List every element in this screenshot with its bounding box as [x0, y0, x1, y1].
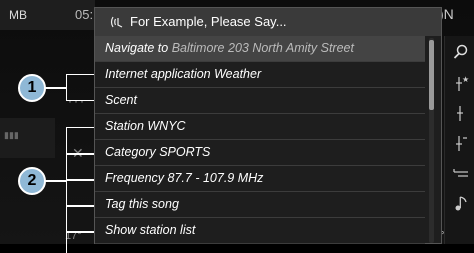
- callout-2-tick: [66, 205, 94, 207]
- scrollbar-thumb[interactable]: [429, 40, 434, 110]
- side-menu: ★: [444, 36, 474, 244]
- dialog-header: For Example, Please Say...: [95, 8, 441, 36]
- command-label: Tag this song: [105, 197, 179, 211]
- callout-2-bracket: [66, 127, 94, 253]
- voice-control-icon: [110, 16, 123, 28]
- callout-1-badge: 1: [18, 74, 46, 102]
- tune-down-icon[interactable]: [453, 134, 469, 152]
- clock: 05:: [75, 7, 94, 22]
- command-label: Scent: [105, 93, 137, 107]
- command-label: Show station list: [105, 223, 196, 237]
- command-label: Category SPORTS: [105, 145, 211, 159]
- callout-2-badge: 2: [18, 167, 46, 195]
- command-item-station[interactable]: Station WNYC: [95, 114, 425, 140]
- search-icon[interactable]: [453, 44, 469, 62]
- callout-2-tick: [66, 231, 94, 233]
- command-label: Navigate to Baltimore 203 North Amity St…: [105, 41, 354, 55]
- command-item-category[interactable]: Category SPORTS: [95, 140, 425, 166]
- list-icon[interactable]: [453, 164, 469, 182]
- callout-1-bracket: [66, 74, 94, 101]
- callout-1-leader: [44, 87, 66, 89]
- command-item-tag-song[interactable]: Tag this song: [95, 192, 425, 218]
- command-example-address: Baltimore 203 North Amity Street: [171, 41, 354, 55]
- command-item-frequency[interactable]: Frequency 87.7 - 107.9 MHz: [95, 166, 425, 192]
- music-note-icon[interactable]: [453, 194, 469, 212]
- callout-2-tick: [66, 179, 94, 181]
- callout-2-tick: [66, 153, 94, 155]
- brand-label: MB: [9, 8, 27, 22]
- callout-2-leader: [44, 180, 66, 182]
- command-item-scent[interactable]: Scent: [95, 88, 425, 114]
- command-label: Frequency 87.7 - 107.9 MHz: [105, 171, 264, 185]
- favorite-icon[interactable]: ★: [453, 74, 469, 92]
- tune-icon[interactable]: [453, 104, 469, 122]
- dialog-title: For Example, Please Say...: [130, 14, 287, 29]
- voice-help-dialog: For Example, Please Say... Navigate to B…: [94, 7, 442, 244]
- background-tile-text: ▮▮▮: [4, 130, 19, 140]
- command-item-navigate[interactable]: Navigate to Baltimore 203 North Amity St…: [95, 36, 425, 62]
- command-label: Internet application Weather: [105, 67, 262, 81]
- command-item-station-list[interactable]: Show station list: [95, 218, 425, 244]
- command-label: Station WNYC: [105, 119, 186, 133]
- command-item-weather[interactable]: Internet application Weather: [95, 62, 425, 88]
- svg-text:★: ★: [462, 75, 469, 84]
